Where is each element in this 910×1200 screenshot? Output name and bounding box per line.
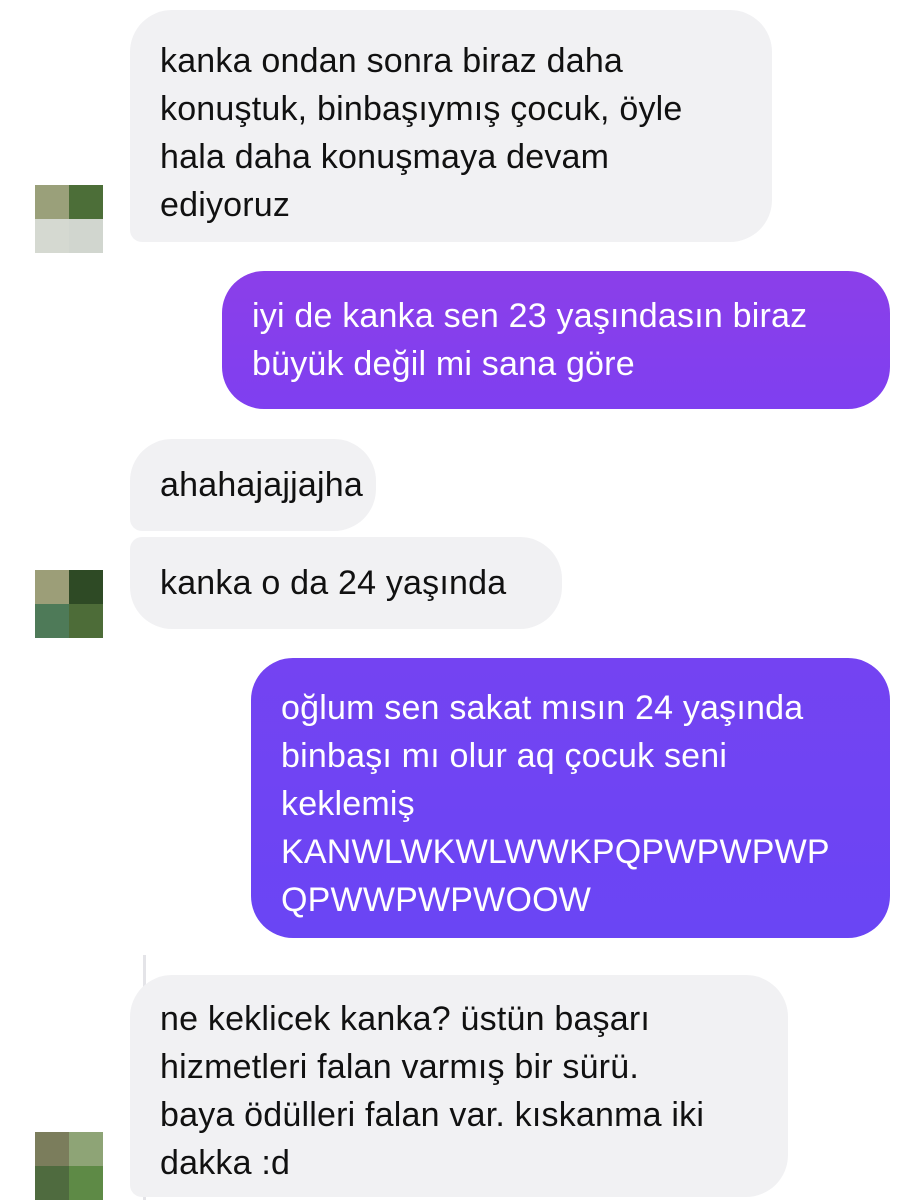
incoming-message[interactable]: ahahajajjajha xyxy=(130,439,376,531)
message-text-line: hizmetleri falan varmış bir sürü. xyxy=(160,1048,639,1086)
message-text-line: ahahajajjajha xyxy=(160,466,363,504)
incoming-message[interactable]: kanka ondan sonra biraz daha konuştuk, b… xyxy=(130,10,772,242)
message-text-line: oğlum sen sakat mısın 24 yaşında xyxy=(281,689,804,727)
message-text-line: konuştuk, binbaşıymış çocuk, öyle xyxy=(160,90,683,128)
message-text-line: dakka :d xyxy=(160,1144,291,1182)
message-text-line: binbaşı mı olur aq çocuk seni xyxy=(281,737,728,775)
incoming-message[interactable]: ne keklicek kanka? üstün başarı hizmetle… xyxy=(130,975,788,1197)
message-text-line: ediyoruz xyxy=(160,186,291,224)
incoming-message[interactable]: kanka o da 24 yaşında xyxy=(130,537,562,629)
message-text-line: iyi de kanka sen 23 yaşındasın biraz xyxy=(252,297,808,335)
message-text-line: kanka ondan sonra biraz daha xyxy=(160,42,624,80)
blurred-profile-avatar-icon xyxy=(35,570,69,604)
message-text-line: ne keklicek kanka? üstün başarı xyxy=(160,1000,651,1038)
outgoing-message[interactable]: oğlum sen sakat mısın 24 yaşında binbaşı… xyxy=(251,658,890,938)
contact-avatar[interactable] xyxy=(35,570,103,638)
message-text-line: büyük değil mi sana göre xyxy=(252,345,635,383)
outgoing-message[interactable]: iyi de kanka sen 23 yaşındasın biraz büy… xyxy=(222,271,890,409)
message-text-line: hala daha konuşmaya devam xyxy=(160,138,610,176)
blurred-profile-avatar-icon xyxy=(35,185,69,219)
message-text-line: kanka o da 24 yaşında xyxy=(160,564,507,602)
message-text-line: keklemiş xyxy=(281,785,415,823)
message-text-line: KANWLWKWLWWKPQPWPWPWP xyxy=(281,833,830,871)
contact-avatar[interactable] xyxy=(35,185,103,253)
message-text-line: QPWWPWPWOOW xyxy=(281,881,592,919)
contact-avatar[interactable] xyxy=(35,1132,103,1200)
message-text-line: baya ödülleri falan var. kıskanma iki xyxy=(160,1096,705,1134)
blurred-profile-avatar-icon xyxy=(35,1132,69,1166)
